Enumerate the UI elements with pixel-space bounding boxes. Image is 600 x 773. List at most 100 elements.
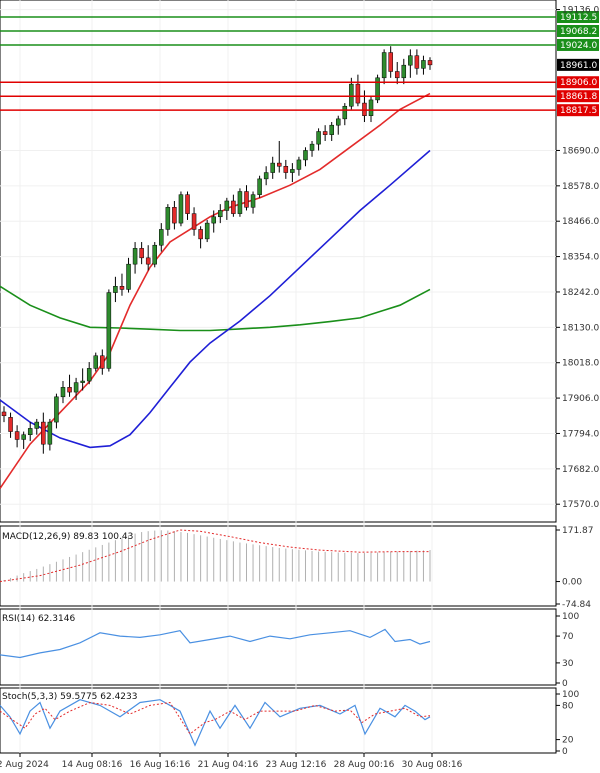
x-tick-label: 30 Aug 08:16 — [402, 760, 463, 770]
resistance-level-label: 19024.0 — [560, 41, 597, 51]
y-tick-label: 171.87 — [562, 526, 594, 536]
candle-body — [8, 417, 13, 432]
stoch-label: Stoch(5,3,3) 59.5775 62.4233 — [2, 692, 137, 702]
candle-body — [355, 83, 361, 104]
candle-body — [309, 143, 315, 151]
candle-body — [277, 162, 282, 167]
y-tick-label: 18690.0 — [562, 146, 599, 156]
candle-body — [237, 191, 243, 214]
candle-body — [296, 159, 302, 170]
trading-chart: 19112.519068.219024.018906.018861.818817… — [0, 0, 599, 770]
candle-body — [211, 216, 216, 224]
y-tick-label: 80 — [562, 701, 574, 711]
candle-body — [257, 178, 262, 195]
support-level-label: 18861.8 — [560, 92, 597, 102]
candle-body — [119, 286, 125, 290]
y-tick-label: 17682.0 — [562, 465, 599, 475]
x-tick-label: 12 Aug 2024 — [0, 760, 49, 770]
candle-body — [54, 396, 59, 423]
candle-body — [290, 169, 295, 173]
candle-body — [224, 200, 230, 211]
candle-body — [139, 248, 144, 259]
candle-body — [145, 257, 151, 265]
support-level-label: 18817.5 — [560, 106, 597, 116]
candle-body — [93, 355, 99, 369]
candle-body — [401, 64, 407, 79]
candle-body — [335, 118, 341, 126]
candle-body — [27, 428, 33, 435]
candle-body — [218, 210, 223, 218]
candle-body — [421, 60, 426, 69]
candle-body — [368, 99, 374, 116]
candle-body — [270, 162, 275, 173]
macd-label: MACD(12,26,9) 89.83 100.43 — [2, 532, 133, 542]
rsi-label: RSI(14) 62.3146 — [2, 614, 75, 624]
candle-body — [263, 172, 269, 180]
candle-body — [73, 382, 79, 393]
candle-body — [165, 207, 171, 230]
y-tick-label: 18578.0 — [562, 182, 599, 192]
x-axis: 12 Aug 2024 14 Aug 08:16 16 Aug 16:16 21 Au… — [0, 753, 463, 770]
y-tick-label: -74.84 — [562, 600, 591, 610]
candle-body — [21, 434, 26, 440]
resistance-level-label: 19068.2 — [560, 27, 597, 37]
candle-body — [132, 248, 138, 265]
candle-body — [329, 124, 334, 135]
current-price-label: 18961.0 — [560, 61, 597, 71]
candle-body — [316, 131, 321, 145]
candle-body — [394, 71, 400, 79]
y-tick-label: 70 — [562, 632, 574, 642]
y-tick-label: 100 — [562, 612, 579, 622]
x-tick-label: 23 Aug 12:16 — [266, 760, 327, 770]
support-level-label: 18906.0 — [560, 78, 597, 88]
y-tick-label: 18018.0 — [562, 359, 599, 369]
candle-body — [414, 55, 420, 69]
candle-body — [86, 368, 92, 382]
y-tick-label: 19136.0 — [562, 6, 599, 16]
candle-body — [113, 286, 118, 293]
x-tick-label: 28 Aug 00:16 — [334, 760, 395, 770]
candle-body — [408, 55, 413, 66]
x-tick-label: 16 Aug 16:16 — [130, 760, 191, 770]
y-tick-label: 18354.0 — [562, 253, 599, 263]
y-tick-label: 20 — [562, 736, 574, 746]
candle-body — [204, 222, 210, 240]
y-tick-label: 17794.0 — [562, 429, 599, 439]
x-tick-label: 21 Aug 04:16 — [198, 760, 259, 770]
candle-body — [322, 131, 328, 135]
candle-body — [1, 411, 7, 417]
candle-body — [303, 150, 308, 161]
candle-body — [67, 387, 72, 393]
candle-body — [126, 263, 131, 290]
candle-body — [159, 229, 164, 246]
candle-body — [283, 165, 289, 173]
candle-body — [47, 421, 53, 445]
candle-body — [80, 380, 85, 383]
candle-body — [388, 52, 393, 72]
candle-body — [34, 421, 40, 429]
candle-body — [106, 292, 112, 369]
candle-body — [152, 244, 157, 265]
candle-body — [41, 421, 46, 445]
y-tick-label: 0.00 — [562, 578, 582, 588]
y-tick-label: 100 — [562, 690, 579, 700]
x-tick-label: 14 Aug 08:16 — [62, 760, 123, 770]
candle-body — [381, 52, 387, 79]
candle-body — [342, 105, 348, 120]
candle-body — [349, 83, 354, 107]
candle-body — [362, 102, 367, 116]
y-tick-label: 17906.0 — [562, 394, 599, 404]
y-axis: 19136.0 18690.0 18578.0 18466.0 18354.0 18242… — [556, 6, 599, 757]
y-tick-label: 0 — [562, 679, 568, 689]
candle-body — [198, 229, 203, 240]
y-tick-label: 17570.0 — [562, 500, 599, 510]
candle-body — [185, 194, 190, 214]
y-tick-label: 0 — [562, 747, 568, 757]
candle-body — [250, 194, 256, 208]
y-tick-label: 18242.0 — [562, 288, 599, 298]
candle-body — [231, 200, 236, 214]
main-price-panel — [0, 0, 557, 523]
candle-body — [60, 387, 66, 398]
candle-body — [14, 431, 20, 440]
candle-body — [427, 60, 433, 66]
